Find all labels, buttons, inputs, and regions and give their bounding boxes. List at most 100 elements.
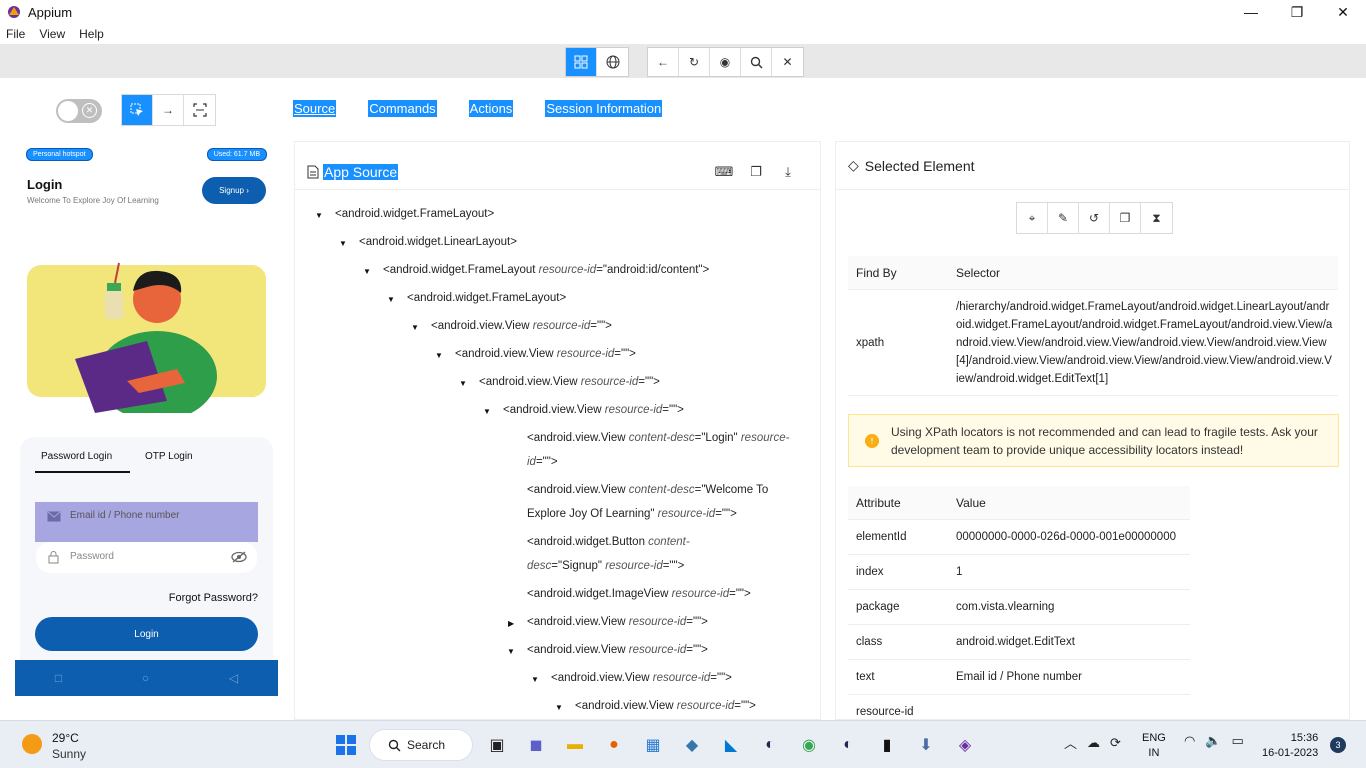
language-indicator[interactable]: ENG IN <box>1142 731 1166 761</box>
refresh-button[interactable]: ↻ <box>679 48 710 76</box>
file-explorer-icon[interactable]: ▬ <box>559 729 591 761</box>
select-elements-button[interactable] <box>122 95 153 125</box>
tree-node-wrap[interactable]: id=""> <box>527 456 558 468</box>
system-clock[interactable]: 15:36 16-01-2023 <box>1262 731 1318 761</box>
back-nav-icon[interactable]: ◁ <box>229 671 238 685</box>
tap-element-button[interactable]: ⌖ <box>1017 203 1048 233</box>
eclipse-icon-2[interactable]: ◐ <box>832 729 864 761</box>
chrome-icon[interactable]: ◉ <box>793 729 825 761</box>
cloud-icon[interactable]: ☁ <box>1087 735 1100 751</box>
tree-caret-down-icon[interactable]: ▼ <box>387 295 395 304</box>
device-screenshot[interactable]: Personal hotspot Used: 61.7 MB Login Wel… <box>15 141 278 696</box>
tree-node[interactable]: <android.widget.FrameLayout> <box>407 292 566 304</box>
recent-apps-icon[interactable]: □ <box>55 671 62 685</box>
sun-icon[interactable] <box>22 734 42 754</box>
chevron-up-icon[interactable]: ︿ <box>1064 733 1077 752</box>
battery-icon[interactable]: ▭ <box>1232 733 1244 749</box>
table-row[interactable]: index 1 <box>848 555 1190 590</box>
notification-badge[interactable]: 3 <box>1330 737 1346 753</box>
menu-file[interactable]: File <box>6 27 25 41</box>
tree-node-wrap[interactable]: desc="Signup" resource-id=""> <box>527 560 684 572</box>
tree-caret-down-icon[interactable]: ▼ <box>483 407 491 416</box>
minimize-icon[interactable]: — <box>1228 0 1274 24</box>
native-app-mode-button[interactable] <box>566 48 597 76</box>
search-element-button[interactable] <box>741 48 772 76</box>
tab-session-information[interactable]: Session Information <box>545 100 663 117</box>
tree-caret-down-icon[interactable]: ▼ <box>435 351 443 360</box>
sync-icon[interactable]: ⟳ <box>1110 735 1121 751</box>
tree-caret-down-icon[interactable]: ▼ <box>555 703 563 712</box>
table-row[interactable]: resource-id <box>848 695 1190 719</box>
menu-view[interactable]: View <box>39 27 65 41</box>
tree-node[interactable]: <android.view.View resource-id=""> <box>575 700 756 712</box>
tree-node[interactable]: <android.view.View resource-id=""> <box>527 644 708 656</box>
close-icon[interactable]: ✕ <box>1320 0 1366 24</box>
tree-node[interactable]: <android.view.View content-desc="Welcome… <box>527 484 768 496</box>
firefox-icon[interactable]: ● <box>598 729 630 761</box>
wifi-icon[interactable]: ◠ <box>1184 733 1195 749</box>
xpath-value[interactable]: /hierarchy/android.widget.FrameLayout/an… <box>948 298 1338 388</box>
taskbar-search[interactable]: Search <box>369 729 473 761</box>
toggle-visibility-button[interactable]: ◉ <box>710 48 741 76</box>
volume-icon[interactable]: 🔈 <box>1205 733 1221 749</box>
swipe-button[interactable]: → <box>153 95 184 125</box>
tree-caret-down-icon[interactable]: ▼ <box>411 323 419 332</box>
tree-node[interactable]: <android.widget.LinearLayout> <box>359 236 517 248</box>
chat-icon[interactable]: ◼ <box>520 729 552 761</box>
tree-node[interactable]: <android.view.View content-desc="Login" … <box>527 432 789 444</box>
web-mode-button[interactable] <box>597 48 628 76</box>
tree-caret-down-icon[interactable]: ▼ <box>507 647 515 656</box>
tree-caret-down-icon[interactable]: ▼ <box>315 211 323 220</box>
tree-caret-down-icon[interactable]: ▼ <box>363 267 371 276</box>
tree-node[interactable]: <android.view.View resource-id=""> <box>479 376 660 388</box>
maximize-icon[interactable]: ❐ <box>1274 0 1320 24</box>
appium-taskbar-icon[interactable]: ◈ <box>949 729 981 761</box>
terminal-icon[interactable]: ▮ <box>871 729 903 761</box>
get-timing-button[interactable]: ⧗ <box>1141 203 1172 233</box>
menu-help[interactable]: Help <box>79 27 104 41</box>
table-row[interactable]: class android.widget.EditText <box>848 625 1190 660</box>
download-icon[interactable]: ⤓ <box>772 164 804 180</box>
downloads-icon[interactable]: ⬇ <box>910 729 942 761</box>
xpath-row[interactable]: xpath /hierarchy/android.widget.FrameLay… <box>848 290 1338 396</box>
weather-temperature[interactable]: 29°C <box>52 731 79 745</box>
python-icon[interactable]: ◆ <box>676 729 708 761</box>
table-row[interactable]: elementId 00000000-0000-026d-0000-001e000… <box>848 520 1190 555</box>
device-tab-otp-login[interactable]: OTP Login <box>145 451 193 462</box>
task-view-icon[interactable]: ▣ <box>481 729 513 761</box>
store-icon[interactable]: ▦ <box>637 729 669 761</box>
send-keys-button[interactable]: ✎ <box>1048 203 1079 233</box>
tab-source[interactable]: Source <box>293 100 337 117</box>
screenshot-toggle[interactable]: ✕ <box>56 99 102 123</box>
tree-node[interactable]: <android.view.View resource-id=""> <box>551 672 732 684</box>
tap-coordinates-button[interactable] <box>184 95 215 125</box>
table-row[interactable]: package com.vista.vlearning <box>848 590 1190 625</box>
copy-attributes-button[interactable]: ❐ <box>1110 203 1141 233</box>
table-row[interactable]: text Email id / Phone number <box>848 660 1190 695</box>
tree-caret-down-icon[interactable]: ▼ <box>459 379 467 388</box>
tree-node[interactable]: <android.widget.FrameLayout resource-id=… <box>383 264 709 276</box>
tree-node[interactable]: <android.view.View resource-id=""> <box>503 404 684 416</box>
weather-condition[interactable]: Sunny <box>52 747 86 761</box>
vscode-icon[interactable]: ◣ <box>715 729 747 761</box>
eye-off-icon[interactable] <box>231 551 247 563</box>
tab-commands[interactable]: Commands <box>368 100 437 117</box>
device-forgot-password-link[interactable]: Forgot Password? <box>169 592 258 604</box>
terminal-icon[interactable]: ⌨ <box>708 164 740 180</box>
tree-node[interactable]: <android.widget.FrameLayout> <box>335 208 494 220</box>
device-email-field-highlighted[interactable] <box>35 502 258 542</box>
device-signup-button[interactable]: Signup › <box>202 177 266 204</box>
tree-node[interactable]: <android.widget.ImageView resource-id=""… <box>527 588 751 600</box>
tree-caret-down-icon[interactable]: ▼ <box>531 675 539 684</box>
tree-caret-down-icon[interactable]: ▼ <box>339 239 347 248</box>
tree-node[interactable]: <android.view.View resource-id=""> <box>455 348 636 360</box>
tree-node[interactable]: <android.widget.Button content- <box>527 536 690 548</box>
tree-node-wrap[interactable]: Explore Joy Of Learning" resource-id=""> <box>527 508 737 520</box>
tree-node[interactable]: <android.view.View resource-id=""> <box>527 616 708 628</box>
copy-icon[interactable]: ❐ <box>740 164 772 180</box>
device-login-title[interactable]: Login <box>27 177 62 192</box>
quit-session-button[interactable]: ✕ <box>772 48 803 76</box>
home-icon[interactable]: ○ <box>142 671 149 685</box>
eclipse-icon[interactable]: ◐ <box>754 729 786 761</box>
clear-button[interactable]: ↺ <box>1079 203 1110 233</box>
